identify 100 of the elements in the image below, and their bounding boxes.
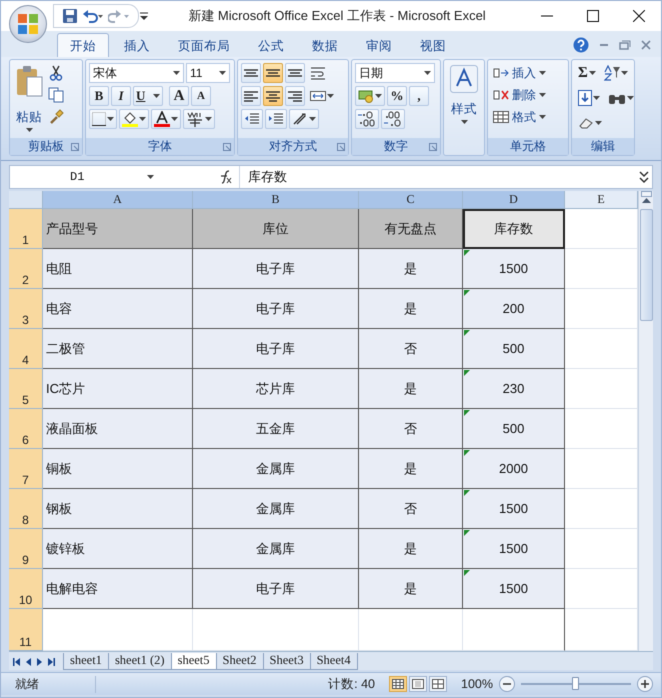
table-cell: 1500 — [463, 529, 565, 569]
row-header[interactable]: 5 — [9, 369, 43, 409]
formula-field[interactable]: 库存数 — [240, 168, 638, 186]
table-cell: 电子库 — [193, 329, 359, 369]
increase-decimal-button[interactable] — [355, 109, 379, 129]
group-label: 字体 — [148, 138, 172, 155]
row-header[interactable]: 2 — [9, 249, 43, 289]
underline-button[interactable]: U — [133, 86, 163, 106]
cells-command[interactable]: 删除 — [491, 85, 548, 105]
column-header[interactable]: C — [359, 191, 463, 209]
row-header[interactable]: 1 — [9, 209, 43, 249]
paint-bucket-icon — [122, 111, 138, 127]
row-header[interactable]: 10 — [9, 569, 43, 609]
column-header[interactable]: E — [565, 191, 638, 209]
comma-button[interactable]: , — [409, 86, 429, 106]
paste-button[interactable]: 粘贴 — [13, 63, 45, 138]
outdent-icon — [244, 112, 260, 126]
merge-cells-icon — [310, 89, 326, 103]
row-header[interactable]: 11 — [9, 609, 43, 651]
view-button[interactable] — [389, 676, 408, 692]
office-button[interactable] — [9, 5, 47, 43]
ribbon-tab[interactable]: 页面布局 — [165, 33, 243, 57]
zoom-in-button[interactable] — [637, 676, 653, 692]
sheet-tab[interactable]: Sheet2 — [216, 653, 264, 670]
table-cell: 二极管 — [43, 329, 193, 369]
view-button[interactable] — [429, 676, 448, 692]
dropdown-arrow-icon — [627, 96, 634, 100]
table-cell: 230 — [463, 369, 565, 409]
sheet-tab[interactable]: Sheet3 — [262, 653, 311, 670]
cells-command[interactable]: 格式 — [491, 107, 548, 127]
align-button[interactable] — [241, 63, 261, 83]
decrease-indent-button[interactable] — [241, 109, 263, 129]
dropdown-arrow-icon — [595, 121, 602, 125]
autosum-button[interactable]: Σ — [575, 63, 599, 83]
grow-font-button[interactable]: A — [169, 86, 189, 106]
dropdown-arrow-icon — [620, 71, 628, 75]
vertical-scrollbar[interactable] — [638, 191, 653, 651]
fill-color-button[interactable] — [119, 109, 149, 129]
table-cell: 电阻 — [43, 249, 193, 289]
row-header[interactable]: 6 — [9, 409, 43, 449]
zoom-out-button[interactable] — [499, 676, 515, 692]
dropdown-arrow-icon — [593, 96, 600, 100]
increase-indent-button[interactable] — [265, 109, 287, 129]
sheet-tab[interactable]: sheet5 — [170, 653, 217, 670]
ribbon-tab[interactable]: 插入 — [111, 33, 163, 57]
percent-button[interactable]: % — [387, 86, 407, 106]
sheet-tab[interactable]: sheet1 — [63, 653, 109, 670]
zoom-slider[interactable] — [572, 677, 579, 690]
align-button[interactable] — [263, 63, 283, 83]
last-sheet-icon — [48, 658, 55, 666]
border-button[interactable] — [89, 109, 117, 129]
column-header[interactable]: B — [193, 191, 359, 209]
wrap-text-icon — [310, 66, 326, 80]
italic-button[interactable]: I — [111, 86, 131, 106]
format-cells-icon — [493, 110, 509, 124]
align-button[interactable] — [241, 86, 261, 106]
font-color-button[interactable] — [151, 109, 181, 129]
font-name-field[interactable]: 宋体 — [89, 63, 184, 83]
row-header[interactable]: 4 — [9, 329, 43, 369]
expand-icon — [638, 169, 650, 185]
column-header[interactable]: A — [43, 191, 193, 209]
row-header[interactable]: 8 — [9, 489, 43, 529]
table-cell: 是 — [359, 529, 463, 569]
sheet-tab[interactable]: sheet1 (2) — [108, 653, 172, 670]
scroll-thumb[interactable] — [640, 209, 653, 321]
phonetic-button[interactable] — [183, 109, 215, 129]
ribbon-tab[interactable]: 公式 — [245, 33, 297, 57]
clipboard-icon — [15, 65, 43, 97]
ribbon-tab[interactable]: 开始 — [57, 33, 109, 57]
row-header[interactable]: 7 — [9, 449, 43, 489]
ribbon-tab[interactable]: 审阅 — [353, 33, 405, 57]
align-button[interactable] — [285, 63, 305, 83]
dropdown-arrow-icon — [309, 117, 316, 121]
ribbon-tab[interactable]: 数据 — [299, 33, 351, 57]
header-cell: 库存数 — [463, 209, 565, 249]
table-cell: 是 — [359, 369, 463, 409]
cells-command[interactable]: 插入 — [491, 63, 548, 83]
fill-button[interactable] — [575, 88, 603, 108]
view-button[interactable] — [409, 676, 428, 692]
align-button[interactable] — [263, 86, 283, 106]
orientation-button[interactable] — [289, 109, 319, 129]
decrease-decimal-button[interactable] — [381, 109, 405, 129]
sheet-tab[interactable]: Sheet4 — [310, 653, 358, 670]
column-header[interactable]: D — [463, 191, 565, 209]
grid-icon — [392, 679, 404, 689]
row-header[interactable]: 3 — [9, 289, 43, 329]
font-size-field[interactable]: 11 — [186, 63, 230, 83]
table-cell: 电子库 — [193, 289, 359, 329]
currency-button[interactable] — [355, 86, 385, 106]
row-header[interactable]: 9 — [9, 529, 43, 569]
table-cell: 2000 — [463, 449, 565, 489]
dropdown-arrow-icon — [327, 94, 334, 98]
table-cell: 五金库 — [193, 409, 359, 449]
bold-button[interactable]: B — [89, 86, 109, 106]
name-box[interactable]: D1 — [10, 166, 160, 188]
number-format-field[interactable]: 日期 — [355, 63, 435, 83]
dropdown-arrow-icon — [375, 94, 382, 98]
ribbon-tab[interactable]: 视图 — [407, 33, 459, 57]
align-button[interactable] — [285, 86, 305, 106]
shrink-font-button[interactable]: A — [191, 86, 211, 106]
